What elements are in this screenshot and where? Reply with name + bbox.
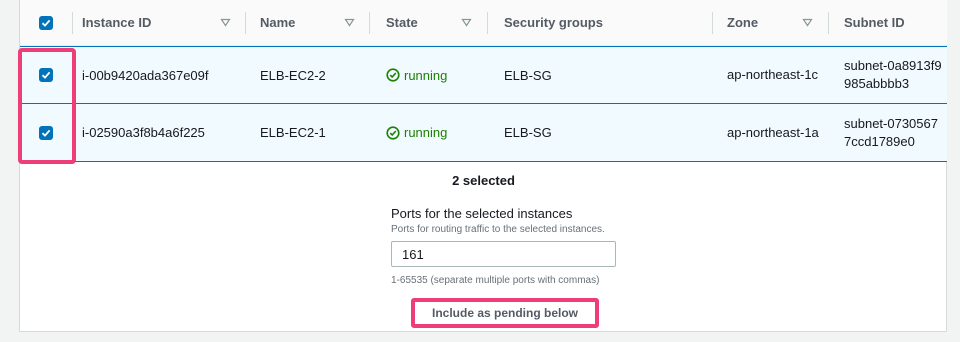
ports-description: Ports for routing traffic to the selecte…: [391, 224, 605, 235]
subnet-id: subnet-0a8913f9985abbbb3: [844, 58, 942, 91]
state-label: running: [404, 67, 448, 83]
check-circle-icon: [386, 68, 400, 82]
checkbox-highlight: [18, 48, 76, 164]
check-icon: [41, 19, 51, 27]
security-groups: ELB-SG: [504, 67, 552, 83]
column-header-security-groups: Security groups: [504, 15, 603, 30]
instance-id: i-02590a3f8b4a6f225: [82, 125, 205, 140]
table-row[interactable]: i-02590a3f8b4a6f225 ELB-EC2-1 running EL…: [20, 104, 947, 162]
check-circle-icon: [386, 125, 400, 140]
column-separator: [487, 12, 488, 34]
sort-caret-icon[interactable]: [344, 17, 355, 28]
instance-state: running: [386, 104, 496, 161]
ports-label: Ports for the selected instances: [391, 206, 573, 221]
column-separator: [245, 12, 246, 34]
selection-count: 2 selected: [452, 173, 515, 188]
ports-constraint-hint: 1-65535 (separate multiple ports with co…: [391, 275, 600, 286]
state-label: running: [404, 125, 448, 140]
column-separator: [712, 12, 713, 34]
instance-name: ELB-EC2-1: [260, 125, 326, 140]
sort-caret-icon[interactable]: [802, 17, 813, 28]
include-as-pending-button[interactable]: Include as pending below: [415, 302, 595, 324]
subnet-id: subnet-07305677ccd1789e0: [844, 115, 938, 149]
column-header-instance-id[interactable]: Instance ID: [82, 0, 262, 45]
table-row[interactable]: i-00b9420ada367e09f ELB-EC2-2 running EL…: [20, 46, 947, 104]
security-groups: ELB-SG: [504, 125, 552, 140]
sort-caret-icon[interactable]: [461, 17, 472, 28]
zone: ap-northeast-1a: [727, 124, 819, 140]
select-all-checkbox[interactable]: [39, 15, 53, 30]
column-header-subnet-id: Subnet ID: [844, 15, 905, 30]
table-header: Instance ID Name State Security groups Z…: [20, 0, 947, 46]
instance-state: running: [386, 47, 496, 103]
instance-id: i-00b9420ada367e09f: [82, 67, 209, 83]
instance-name: ELB-EC2-2: [260, 67, 326, 83]
column-separator: [828, 12, 829, 34]
ports-field: Ports for the selected instances Ports f…: [391, 206, 651, 286]
column-separator: [72, 12, 73, 34]
zone: ap-northeast-1c: [727, 67, 819, 82]
sort-caret-icon[interactable]: [220, 17, 231, 28]
select-all-cell[interactable]: [20, 0, 72, 45]
ports-input[interactable]: [391, 241, 616, 267]
column-header-state[interactable]: State: [386, 0, 496, 45]
include-button-highlight: Include as pending below: [411, 298, 599, 328]
column-separator: [369, 12, 370, 34]
targets-panel: Instance ID Name State Security groups Z…: [19, 0, 947, 332]
